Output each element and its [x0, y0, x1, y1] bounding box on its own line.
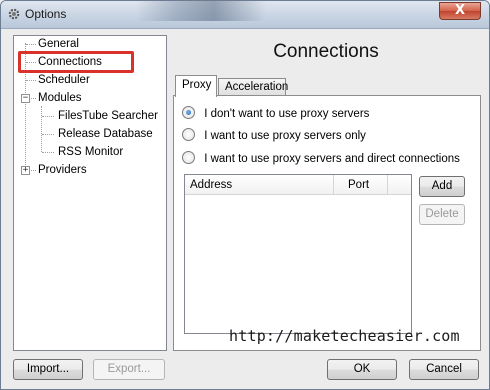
tree-item-release-database[interactable]: Release Database	[56, 126, 155, 142]
collapse-modules-button[interactable]: −	[21, 94, 30, 103]
tree-item-modules[interactable]: Modules	[36, 90, 83, 106]
import-button[interactable]: Import...	[13, 359, 83, 380]
column-separator	[333, 175, 334, 195]
window-title: Options	[25, 7, 67, 21]
column-header-address[interactable]: Address	[185, 175, 333, 195]
column-header-port[interactable]: Port	[343, 175, 393, 195]
tree-connector	[26, 80, 36, 81]
tree-item-rss-monitor[interactable]: RSS Monitor	[56, 144, 125, 160]
radio-label: I don't want to use proxy servers	[204, 108, 370, 120]
tree-item-scheduler[interactable]: Scheduler	[36, 72, 92, 88]
radio-button[interactable]	[182, 128, 195, 141]
tree-item-filestube-searcher[interactable]: FilesTube Searcher	[56, 108, 160, 124]
watermark-text: http://maketecheasier.com	[229, 327, 460, 345]
tree-item-label: General	[38, 38, 79, 50]
tree-item-label: Release Database	[58, 128, 153, 140]
close-button[interactable]: X	[439, 2, 481, 20]
gear-icon	[8, 8, 20, 20]
tree-connector	[42, 134, 54, 135]
proxy-option-only[interactable]: I want to use proxy servers only	[182, 128, 366, 144]
options-window: Options X General Connections Scheduler …	[0, 0, 490, 390]
column-separator	[387, 175, 388, 195]
tree-item-label: Providers	[38, 164, 87, 176]
tree-item-label: Scheduler	[38, 74, 90, 86]
delete-button[interactable]: Delete	[419, 204, 465, 225]
proxy-option-none[interactable]: I don't want to use proxy servers	[182, 106, 369, 122]
tree-connector	[42, 116, 54, 117]
proxy-server-list[interactable]: Address Port	[184, 174, 412, 334]
cancel-button[interactable]: Cancel	[409, 359, 479, 380]
expand-providers-button[interactable]: +	[21, 166, 30, 175]
proxy-option-mixed[interactable]: I want to use proxy servers and direct c…	[182, 151, 460, 167]
proxy-tab-panel: I don't want to use proxy servers I want…	[173, 95, 481, 351]
radio-button[interactable]	[182, 151, 195, 164]
options-tree[interactable]: General Connections Scheduler − Modules …	[13, 35, 167, 351]
tree-item-providers[interactable]: Providers	[36, 162, 89, 178]
tree-item-label: Modules	[38, 92, 82, 104]
radio-label: I want to use proxy servers only	[204, 130, 366, 142]
connections-highlight-annotation	[18, 51, 134, 73]
export-button[interactable]: Export...	[93, 359, 165, 380]
add-button[interactable]: Add	[419, 176, 465, 197]
list-header: Address Port	[185, 175, 411, 195]
ok-button[interactable]: OK	[327, 359, 397, 380]
tree-connector	[26, 44, 36, 45]
title-bar[interactable]: Options X	[1, 1, 489, 29]
tree-guide-line	[41, 106, 42, 152]
tree-item-label: RSS Monitor	[58, 146, 124, 158]
tree-item-general[interactable]: General	[36, 36, 81, 52]
tree-item-label: FilesTube Searcher	[58, 110, 158, 122]
tab-acceleration[interactable]: Acceleration	[218, 78, 288, 96]
tab-proxy[interactable]: Proxy	[175, 75, 217, 97]
tree-connector	[42, 152, 54, 153]
page-title: Connections	[273, 41, 379, 62]
title-bar-decoration	[136, 1, 266, 21]
radio-button-checked[interactable]	[182, 106, 195, 119]
radio-label: I want to use proxy servers and direct c…	[204, 153, 460, 165]
